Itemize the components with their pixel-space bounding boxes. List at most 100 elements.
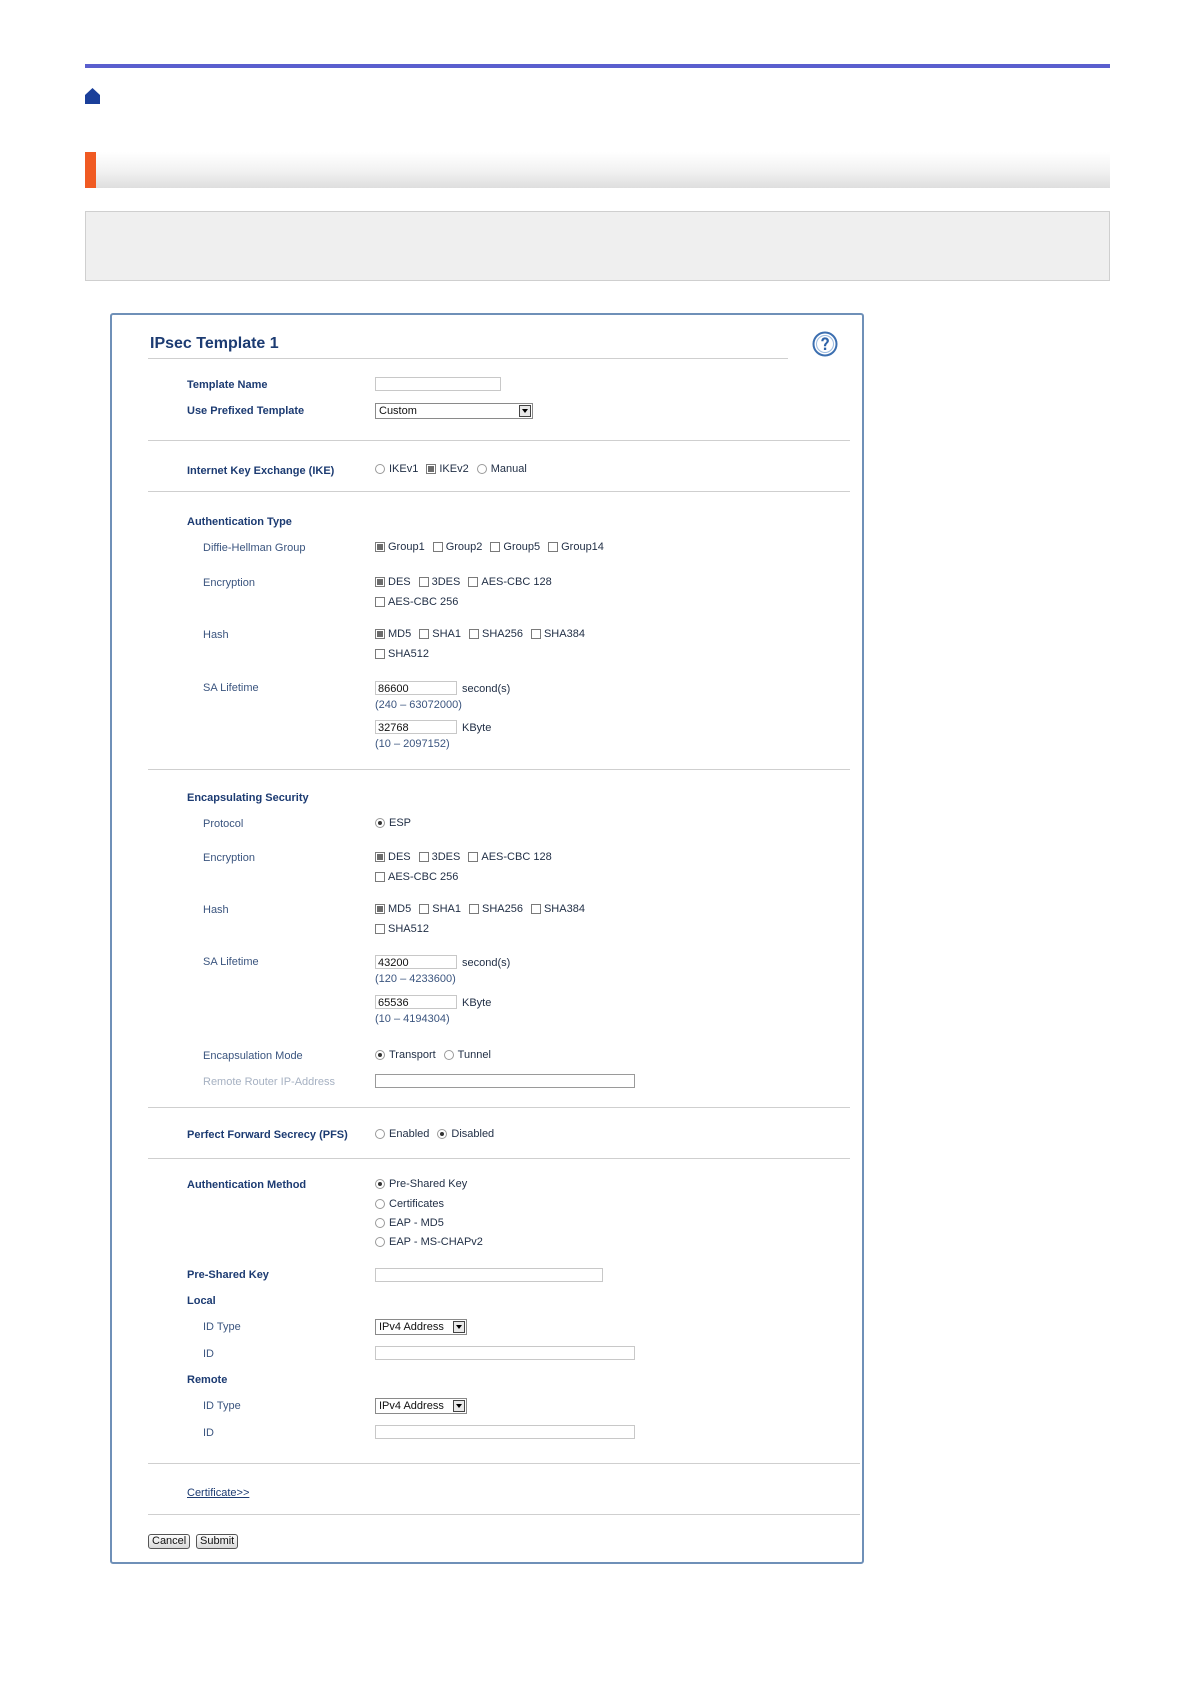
local-label: Local	[187, 1295, 216, 1307]
checkbox-icon[interactable]	[418, 852, 429, 862]
chevron-down-icon[interactable]	[453, 1400, 465, 1412]
auth-method-eap-md5-radio[interactable]: EAP - MD5	[375, 1217, 444, 1229]
esp-hash-sha1-checkbox[interactable]: SHA1	[419, 903, 461, 915]
radio-selected-icon[interactable]	[437, 1129, 448, 1139]
pfs-disabled-radio[interactable]: Disabled	[437, 1128, 494, 1140]
help-icon[interactable]	[812, 331, 838, 357]
checkbox-icon[interactable]	[419, 629, 430, 639]
radio-icon[interactable]	[375, 1129, 385, 1139]
ike-enc-aes256-checkbox[interactable]: AES-CBC 256	[375, 596, 458, 608]
esp-sa-lifetime-label: SA Lifetime	[203, 956, 259, 968]
submit-button[interactable]: Submit	[196, 1534, 239, 1549]
prefixed-template-select[interactable]: Custom	[375, 403, 533, 419]
esp-hash-sha512-checkbox[interactable]: SHA512	[375, 923, 429, 935]
ike-sa-seconds-input[interactable]: 86600	[375, 681, 457, 695]
ike-enc-des-checkbox[interactable]: DES	[375, 576, 411, 588]
dh-group1-checkbox[interactable]: Group1	[375, 541, 425, 553]
radio-selected-icon[interactable]	[375, 1050, 385, 1060]
local-id-input[interactable]	[375, 1346, 635, 1360]
remote-id-input[interactable]	[375, 1425, 635, 1439]
chevron-down-icon[interactable]	[453, 1321, 465, 1333]
radio-icon[interactable]	[375, 1199, 385, 1209]
checkbox-icon[interactable]	[432, 542, 443, 552]
radio-icon[interactable]	[375, 1237, 385, 1247]
checkbox-icon[interactable]	[548, 542, 559, 552]
checkbox-icon[interactable]	[418, 577, 429, 587]
esp-hash-sha256-checkbox[interactable]: SHA256	[468, 903, 523, 915]
radio-icon[interactable]	[443, 1050, 454, 1060]
dh-group5-checkbox[interactable]: Group5	[490, 541, 540, 553]
ike-option-ikev1[interactable]: IKEv1	[375, 463, 418, 475]
checkbox-icon[interactable]	[468, 577, 479, 587]
checkbox-icon[interactable]	[375, 904, 385, 914]
remote-id-type-label: ID Type	[203, 1400, 241, 1412]
ike-option-ikev2[interactable]: IKEv2	[426, 463, 469, 475]
ike-hash-sha256-checkbox[interactable]: SHA256	[468, 628, 523, 640]
esp-sa-kbyte-input[interactable]: 65536	[375, 995, 457, 1009]
radio-icon[interactable]	[375, 1218, 385, 1228]
section-heading-band	[85, 152, 1110, 188]
esp-enc-des-checkbox[interactable]: DES	[375, 851, 411, 863]
mode-transport-radio[interactable]: Transport	[375, 1049, 436, 1061]
auth-method-psk-radio[interactable]: Pre-Shared Key	[375, 1178, 467, 1190]
top-rule	[85, 64, 1110, 68]
esp-hash-sha384-checkbox[interactable]: SHA384	[530, 903, 585, 915]
pfs-enabled-radio[interactable]: Enabled	[375, 1128, 429, 1140]
checkbox-icon[interactable]	[375, 872, 385, 882]
prefixed-template-value: Custom	[379, 405, 417, 417]
checkbox-icon[interactable]	[375, 542, 385, 552]
checkbox-icon[interactable]	[530, 904, 541, 914]
mode-tunnel-radio[interactable]: Tunnel	[443, 1049, 491, 1061]
local-id-label: ID	[203, 1348, 214, 1360]
esp-enc-aes256-checkbox[interactable]: AES-CBC 256	[375, 871, 458, 883]
checkbox-icon[interactable]	[375, 924, 385, 934]
ike-enc-3des-checkbox[interactable]: 3DES	[418, 576, 460, 588]
radio-icon[interactable]	[375, 464, 385, 474]
template-name-input[interactable]	[375, 377, 501, 391]
checkbox-icon[interactable]	[375, 629, 385, 639]
checkbox-icon[interactable]	[468, 852, 479, 862]
checkbox-icon[interactable]	[419, 904, 430, 914]
auth-method-certificates-radio[interactable]: Certificates	[375, 1198, 444, 1210]
divider	[148, 440, 850, 441]
checkbox-icon[interactable]	[375, 649, 385, 659]
radio-icon[interactable]	[476, 464, 487, 474]
divider	[148, 1107, 850, 1108]
ike-hash-sha1-checkbox[interactable]: SHA1	[419, 628, 461, 640]
dh-group2-checkbox[interactable]: Group2	[432, 541, 482, 553]
protocol-esp-radio[interactable]: ESP	[375, 817, 411, 829]
ike-option-manual[interactable]: Manual	[476, 463, 527, 475]
radio-selected-icon[interactable]	[375, 818, 385, 828]
ike-options: IKEv1 IKEv2 Manual	[375, 463, 535, 475]
esp-hash-md5-checkbox[interactable]: MD5	[375, 903, 411, 915]
certificate-link[interactable]: Certificate>>	[187, 1487, 249, 1499]
dh-group14-checkbox[interactable]: Group14	[548, 541, 604, 553]
ike-sa-kbyte-input[interactable]: 32768	[375, 720, 457, 734]
checkbox-icon[interactable]	[490, 542, 501, 552]
esp-sa-seconds-input[interactable]: 43200	[375, 955, 457, 969]
ike-sa-lifetime-label: SA Lifetime	[203, 682, 259, 694]
radio-selected-icon[interactable]	[426, 464, 437, 474]
psk-input[interactable]	[375, 1268, 603, 1282]
remote-router-input[interactable]	[375, 1074, 635, 1088]
home-icon[interactable]	[85, 88, 100, 104]
ike-hash-md5-checkbox[interactable]: MD5	[375, 628, 411, 640]
cancel-button[interactable]: Cancel	[148, 1534, 191, 1549]
esp-enc-3des-checkbox[interactable]: 3DES	[418, 851, 460, 863]
auth-method-eap-mschapv2-radio[interactable]: EAP - MS-CHAPv2	[375, 1236, 483, 1248]
checkbox-icon[interactable]	[468, 629, 479, 639]
ike-hash-sha384-checkbox[interactable]: SHA384	[530, 628, 585, 640]
esp-enc-aes128-checkbox[interactable]: AES-CBC 128	[468, 851, 552, 863]
checkbox-icon[interactable]	[375, 597, 385, 607]
checkbox-icon[interactable]	[375, 852, 385, 862]
ike-hash-sha512-checkbox[interactable]: SHA512	[375, 648, 429, 660]
checkbox-icon[interactable]	[375, 577, 385, 587]
checkbox-icon[interactable]	[468, 904, 479, 914]
chevron-down-icon[interactable]	[519, 405, 531, 417]
remote-id-type-select[interactable]: IPv4 Address	[375, 1398, 467, 1414]
radio-selected-icon[interactable]	[375, 1179, 385, 1189]
checkbox-icon[interactable]	[530, 629, 541, 639]
ike-sa-seconds-unit: second(s)	[462, 683, 511, 695]
local-id-type-select[interactable]: IPv4 Address	[375, 1319, 467, 1335]
ike-enc-aes128-checkbox[interactable]: AES-CBC 128	[468, 576, 552, 588]
